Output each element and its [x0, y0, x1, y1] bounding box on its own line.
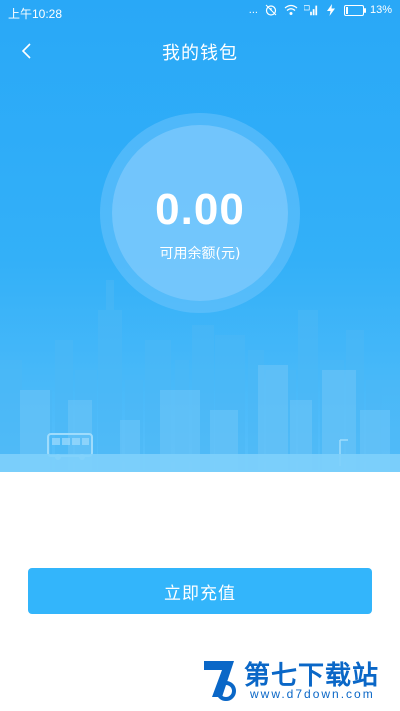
alarm-icon — [265, 4, 277, 16]
balance-inner-circle: 0.00 可用余额(元) — [112, 125, 288, 301]
balance-circle: 0.00 可用余额(元) — [100, 113, 300, 313]
battery-percent: 13% — [369, 4, 392, 16]
wifi-icon — [284, 4, 298, 15]
page-title: 我的钱包 — [162, 43, 238, 64]
battery-icon — [343, 4, 366, 16]
battery-fill — [345, 6, 348, 14]
nav-bar: 我的钱包 — [0, 28, 400, 72]
watermark-url: www.d7down.com — [250, 687, 375, 701]
watermark-logo-icon — [204, 661, 236, 701]
signal-hd-icon — [303, 5, 318, 16]
status-dots: ... — [248, 4, 258, 16]
balance-label: 可用余额(元) — [159, 246, 241, 262]
ground-strip — [0, 454, 400, 472]
status-icons: ... 13% — [249, 4, 392, 16]
watermark: 第七下载站 www.d7down.com — [200, 653, 390, 707]
recharge-button[interactable]: 立即充值 — [28, 568, 372, 614]
balance-amount: 0.00 — [155, 185, 245, 234]
wallet-hero: 上午10:28 ... 13% 我的钱包 0.00 可用余额(元) — [0, 0, 400, 472]
status-time: 上午10:28 — [8, 7, 63, 21]
charging-icon — [326, 4, 335, 16]
wallet-page: 上午10:28 ... 13% 我的钱包 0.00 可用余额(元) 立即充值 第… — [0, 0, 400, 711]
status-bar: 上午10:28 ... 13% — [0, 0, 400, 24]
